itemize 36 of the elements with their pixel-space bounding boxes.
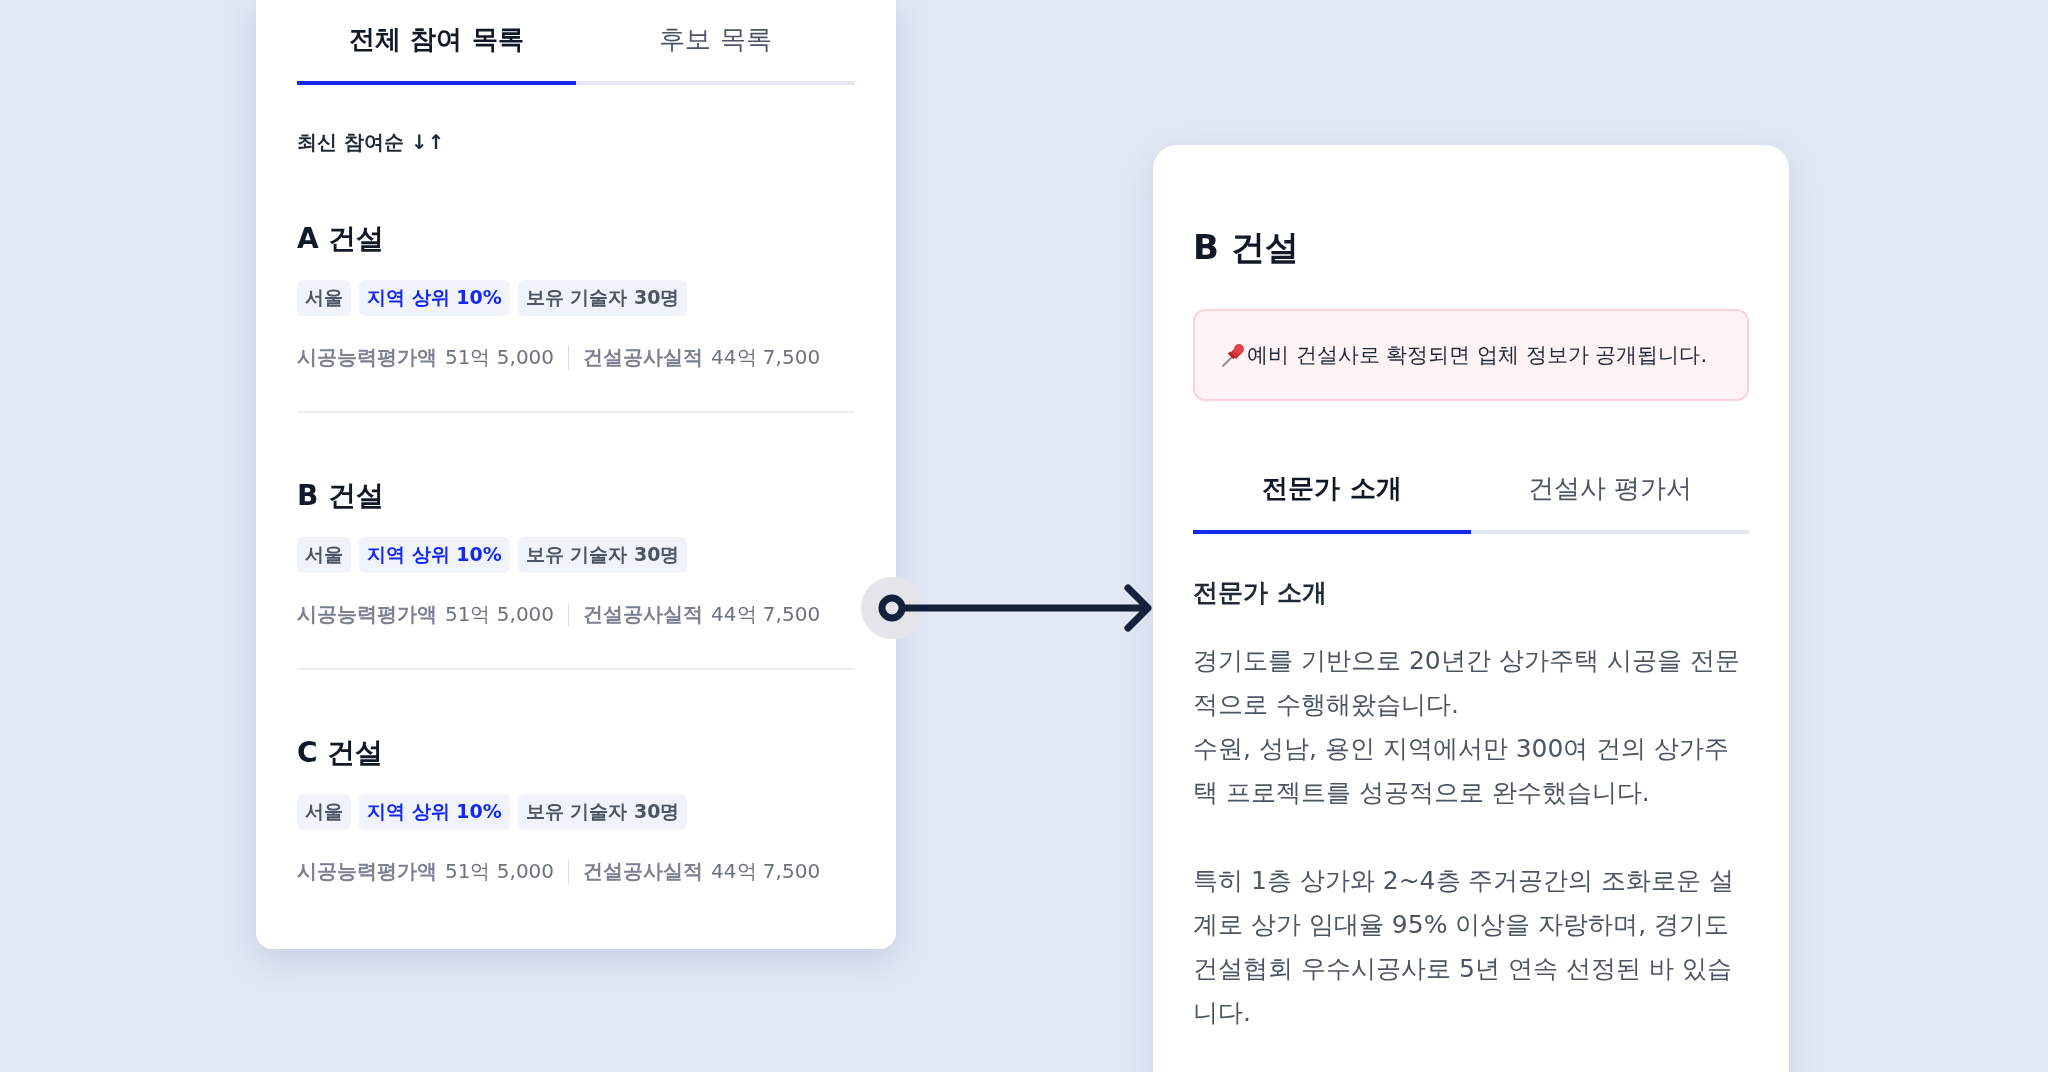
tab[interactable]: 전체 참여 목록 [297,0,576,85]
tag: 지역 상위 10% [359,280,510,316]
tab[interactable]: 후보 목록 [576,0,855,85]
detail-title: B 건설 [1193,226,1300,269]
tag: 서울 [297,794,351,830]
stat-value: 44억 7,500 [711,858,821,885]
paragraph: 특히 1층 상가와 2~4층 주거공간의 조화로운 설계로 상가 임대율 95% 이상을 자랑하며, 경기도건설협회 우수시공사로 5년 연속 선정된 바 있습니다. [1193,865,1736,1029]
tag: 지역 상위 10% [359,794,510,830]
stat-value: 51억 5,000 [445,344,555,371]
paragraph: 경기도를 기반으로 20년간 상가주택 시공을 전문적으로 수행해왔습니다. [1193,645,1741,721]
stat-label: 시공능력평가액 [297,344,437,371]
section-heading: 전문가 소개 [1193,577,1328,609]
notice-text: 예비 건설사로 확정되면 업체 정보가 공개됩니다. [1247,342,1708,369]
stat-label: 시공능력평가액 [297,601,437,628]
company-name[interactable]: B 건설 [297,477,855,515]
stat-value: 51억 5,000 [445,601,555,628]
tab[interactable]: 건설사 평가서 [1471,449,1749,534]
stat-label: 건설공사실적 [583,601,704,628]
tag: 보유 기술자 30명 [517,794,688,830]
tab[interactable]: 전문가 소개 [1193,449,1471,534]
stat-value: 44억 7,500 [711,344,821,371]
pushpin-icon [1221,342,1245,368]
stat-value: 51억 5,000 [445,858,555,885]
tag: 지역 상위 10% [359,537,510,573]
stat-label: 건설공사실적 [583,858,704,885]
tag: 보유 기술자 30명 [517,537,688,573]
sort-button[interactable]: 최신 참여순 ↓↑ [297,129,445,156]
tag: 서울 [297,280,351,316]
stat-label: 시공능력평가액 [297,858,437,885]
paragraph: 수원, 성남, 용인 지역에서만 300여 건의 상가주택 프로젝트를 성공적으로 완수했습니다. [1193,733,1731,809]
tag: 보유 기술자 30명 [517,280,688,316]
company-name[interactable]: A 건설 [297,220,855,258]
tag: 서울 [297,537,351,573]
company-name[interactable]: C 건설 [297,734,855,772]
stat-value: 44억 7,500 [711,601,821,628]
stat-label: 건설공사실적 [583,344,704,371]
